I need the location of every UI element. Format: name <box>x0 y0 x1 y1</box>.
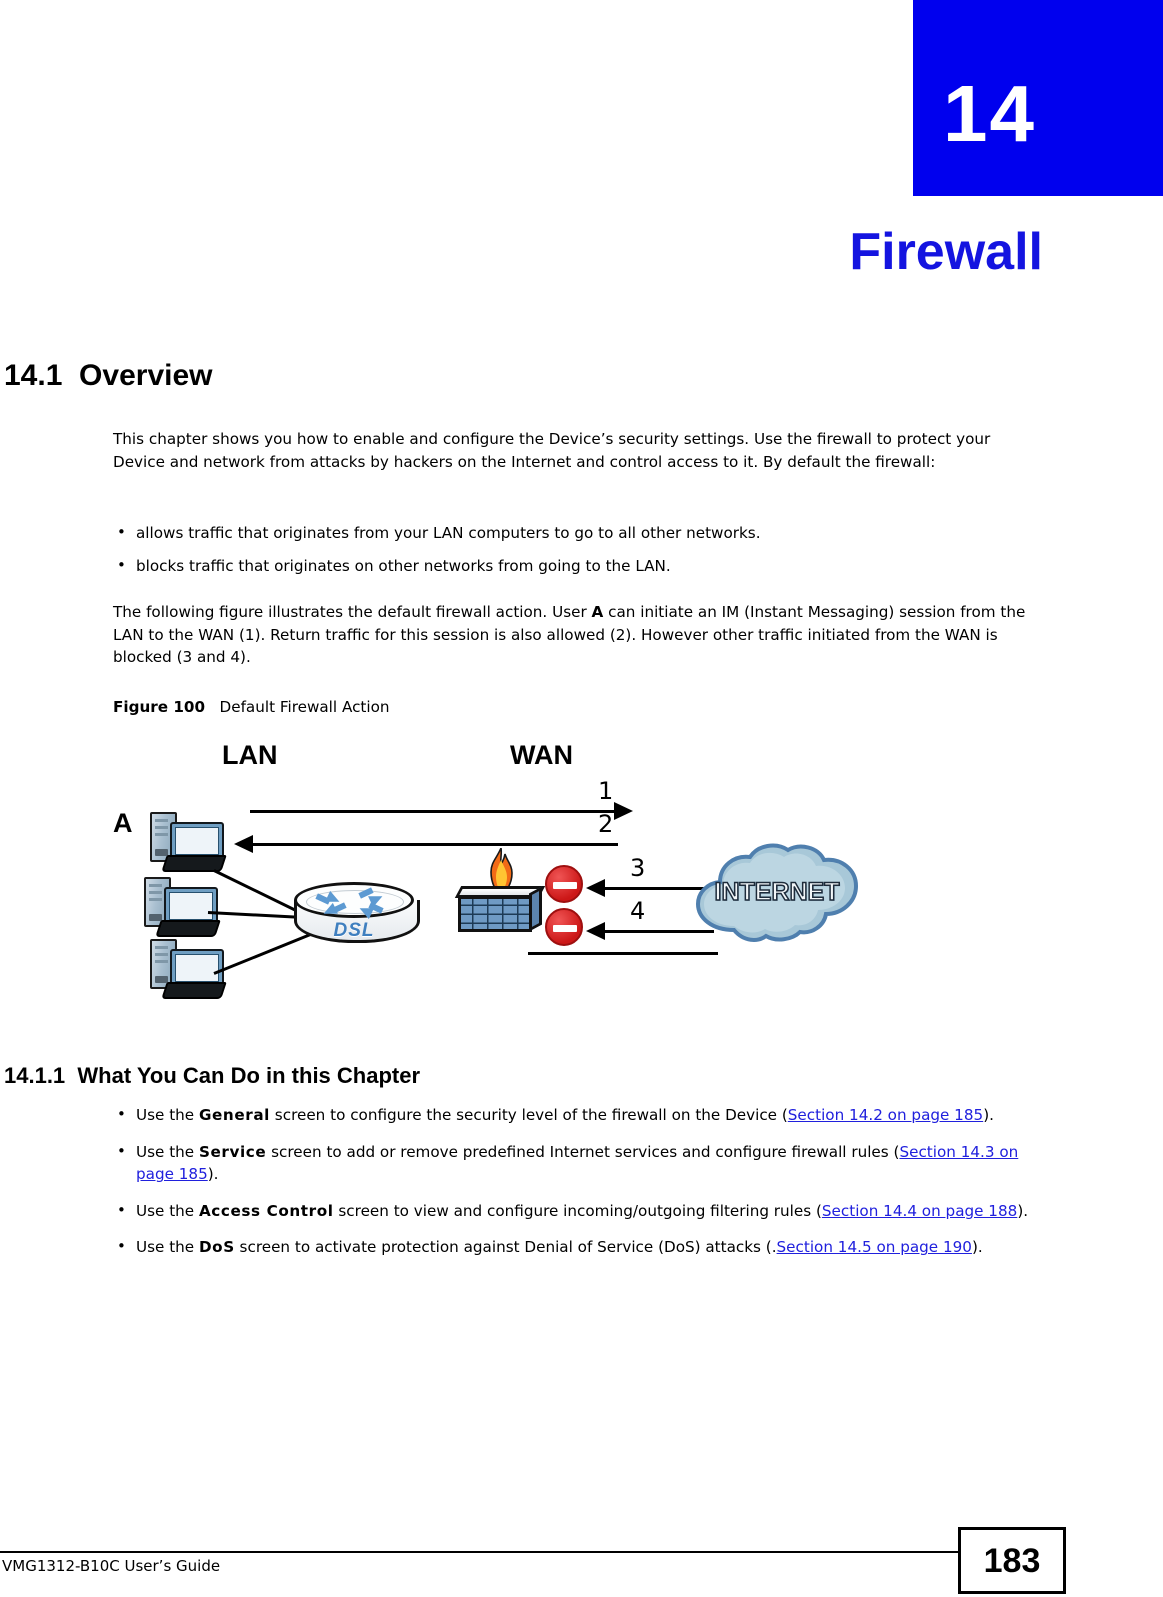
blocked-sign-4 <box>545 908 583 946</box>
blocked-sign-3 <box>545 865 583 903</box>
router-top <box>294 882 414 920</box>
footer-divider <box>0 1551 958 1553</box>
list-item: Use the DoS screen to activate protectio… <box>113 1235 1048 1259</box>
pc-screen <box>175 954 219 982</box>
figure-intro-paragraph: The following figure illustrates the def… <box>113 601 1043 669</box>
item-mid-text: screen to add or remove predefined Inter… <box>266 1142 900 1161</box>
item-pre-text: Use the <box>136 1142 199 1161</box>
figure-label: Figure 100 <box>113 698 206 716</box>
diagram-lan-label: LAN <box>222 740 278 770</box>
list-item: blocks traffic that originates on other … <box>113 554 1048 578</box>
diagram-user-a-label: A <box>113 808 133 838</box>
default-firewall-action-diagram: LAN WAN A 1 2 DSL 3 4 INTERNET <box>0 730 1000 1030</box>
item-post-text: ). <box>1017 1201 1029 1220</box>
flow-arrowhead-2 <box>234 835 253 853</box>
firewall-face <box>458 896 532 932</box>
item-post-text: ). <box>207 1165 219 1184</box>
item-pre-text: Use the <box>136 1106 199 1124</box>
ui-screen-name: Service <box>198 1142 267 1161</box>
chapter-title: Firewall <box>849 223 1043 281</box>
diagram-wan-label: WAN <box>510 740 573 770</box>
item-post-text: ). <box>983 1106 994 1124</box>
dsl-router-icon: DSL <box>294 882 420 956</box>
item-mid-text: screen to activate protection against De… <box>234 1238 777 1257</box>
lan-computer-3 <box>148 935 227 999</box>
firewall-brick-icon <box>454 848 546 934</box>
user-label-bold: A <box>591 603 604 621</box>
lan-computer-2 <box>142 873 221 937</box>
default-firewall-behaviour-list: allows traffic that originates from your… <box>113 521 1048 587</box>
flow-number-4: 4 <box>630 897 646 925</box>
item-pre-text: Use the <box>136 1238 199 1257</box>
firewall-cloud-link <box>528 952 718 955</box>
ui-screen-name: DoS <box>198 1238 235 1257</box>
cloud-internet-label: INTERNET <box>714 877 841 907</box>
ui-screen-name: Access Control <box>198 1201 334 1220</box>
cross-reference-link[interactable]: Section 14.2 on page 185 <box>788 1106 983 1124</box>
lan-computer-a <box>148 808 227 872</box>
overview-intro-paragraph: This chapter shows you how to enable and… <box>113 430 991 471</box>
item-mid-text: screen to view and configure incoming/ou… <box>333 1201 822 1220</box>
what-you-can-do-list: Use the General screen to configure the … <box>113 1103 1048 1273</box>
chapter-number: 14 <box>943 69 1036 158</box>
cross-reference-link[interactable]: Section 14.5 on page 190 <box>777 1238 972 1256</box>
item-mid-text: screen to configure the security level o… <box>269 1106 788 1124</box>
flow-number-1: 1 <box>598 777 614 805</box>
figure-caption: Figure 100 Default Firewall Action <box>113 697 390 717</box>
item-post-text: ). <box>971 1238 983 1257</box>
section-heading-what-you-can-do: 14.1.1 What You Can Do in this Chapter <box>4 1063 421 1088</box>
cross-reference-link[interactable]: Section 14.4 on page 188 <box>822 1202 1017 1220</box>
page-number: 183 <box>983 1541 1041 1580</box>
firewall-bricks <box>461 899 529 929</box>
flow-number-3: 3 <box>630 854 646 882</box>
internet-cloud-icon: INTERNET <box>690 838 864 948</box>
figure-caption-spacer <box>205 698 219 716</box>
ui-screen-name: General <box>198 1106 270 1124</box>
flow-line-2 <box>252 843 618 846</box>
page-number-box: 183 <box>958 1527 1066 1594</box>
section-heading-overview: 14.1 Overview <box>4 359 213 392</box>
item-pre-text: Use the <box>136 1201 199 1220</box>
pc-keyboard <box>161 982 227 999</box>
footer-guide-name: VMG1312-B10C User’s Guide <box>2 1557 221 1575</box>
router-top-inner <box>306 890 404 914</box>
flow-arrowhead-1 <box>614 802 633 820</box>
flow-arrowhead-4 <box>586 922 605 940</box>
flow-number-2: 2 <box>598 810 614 838</box>
list-item: allows traffic that originates from your… <box>113 521 1048 545</box>
flow-line-1 <box>250 810 616 813</box>
flow-arrowhead-3 <box>586 879 605 897</box>
figure-caption-text: Default Firewall Action <box>219 698 390 716</box>
router-dsl-label: DSL <box>333 920 375 941</box>
pc-screen <box>169 892 213 920</box>
list-item: Use the Access Control screen to view an… <box>113 1199 1048 1223</box>
pc-screen <box>175 827 219 855</box>
list-item: Use the Service screen to add or remove … <box>113 1140 1048 1186</box>
figure-intro-part1: The following figure illustrates the def… <box>113 603 592 621</box>
list-item: Use the General screen to configure the … <box>113 1103 1048 1127</box>
